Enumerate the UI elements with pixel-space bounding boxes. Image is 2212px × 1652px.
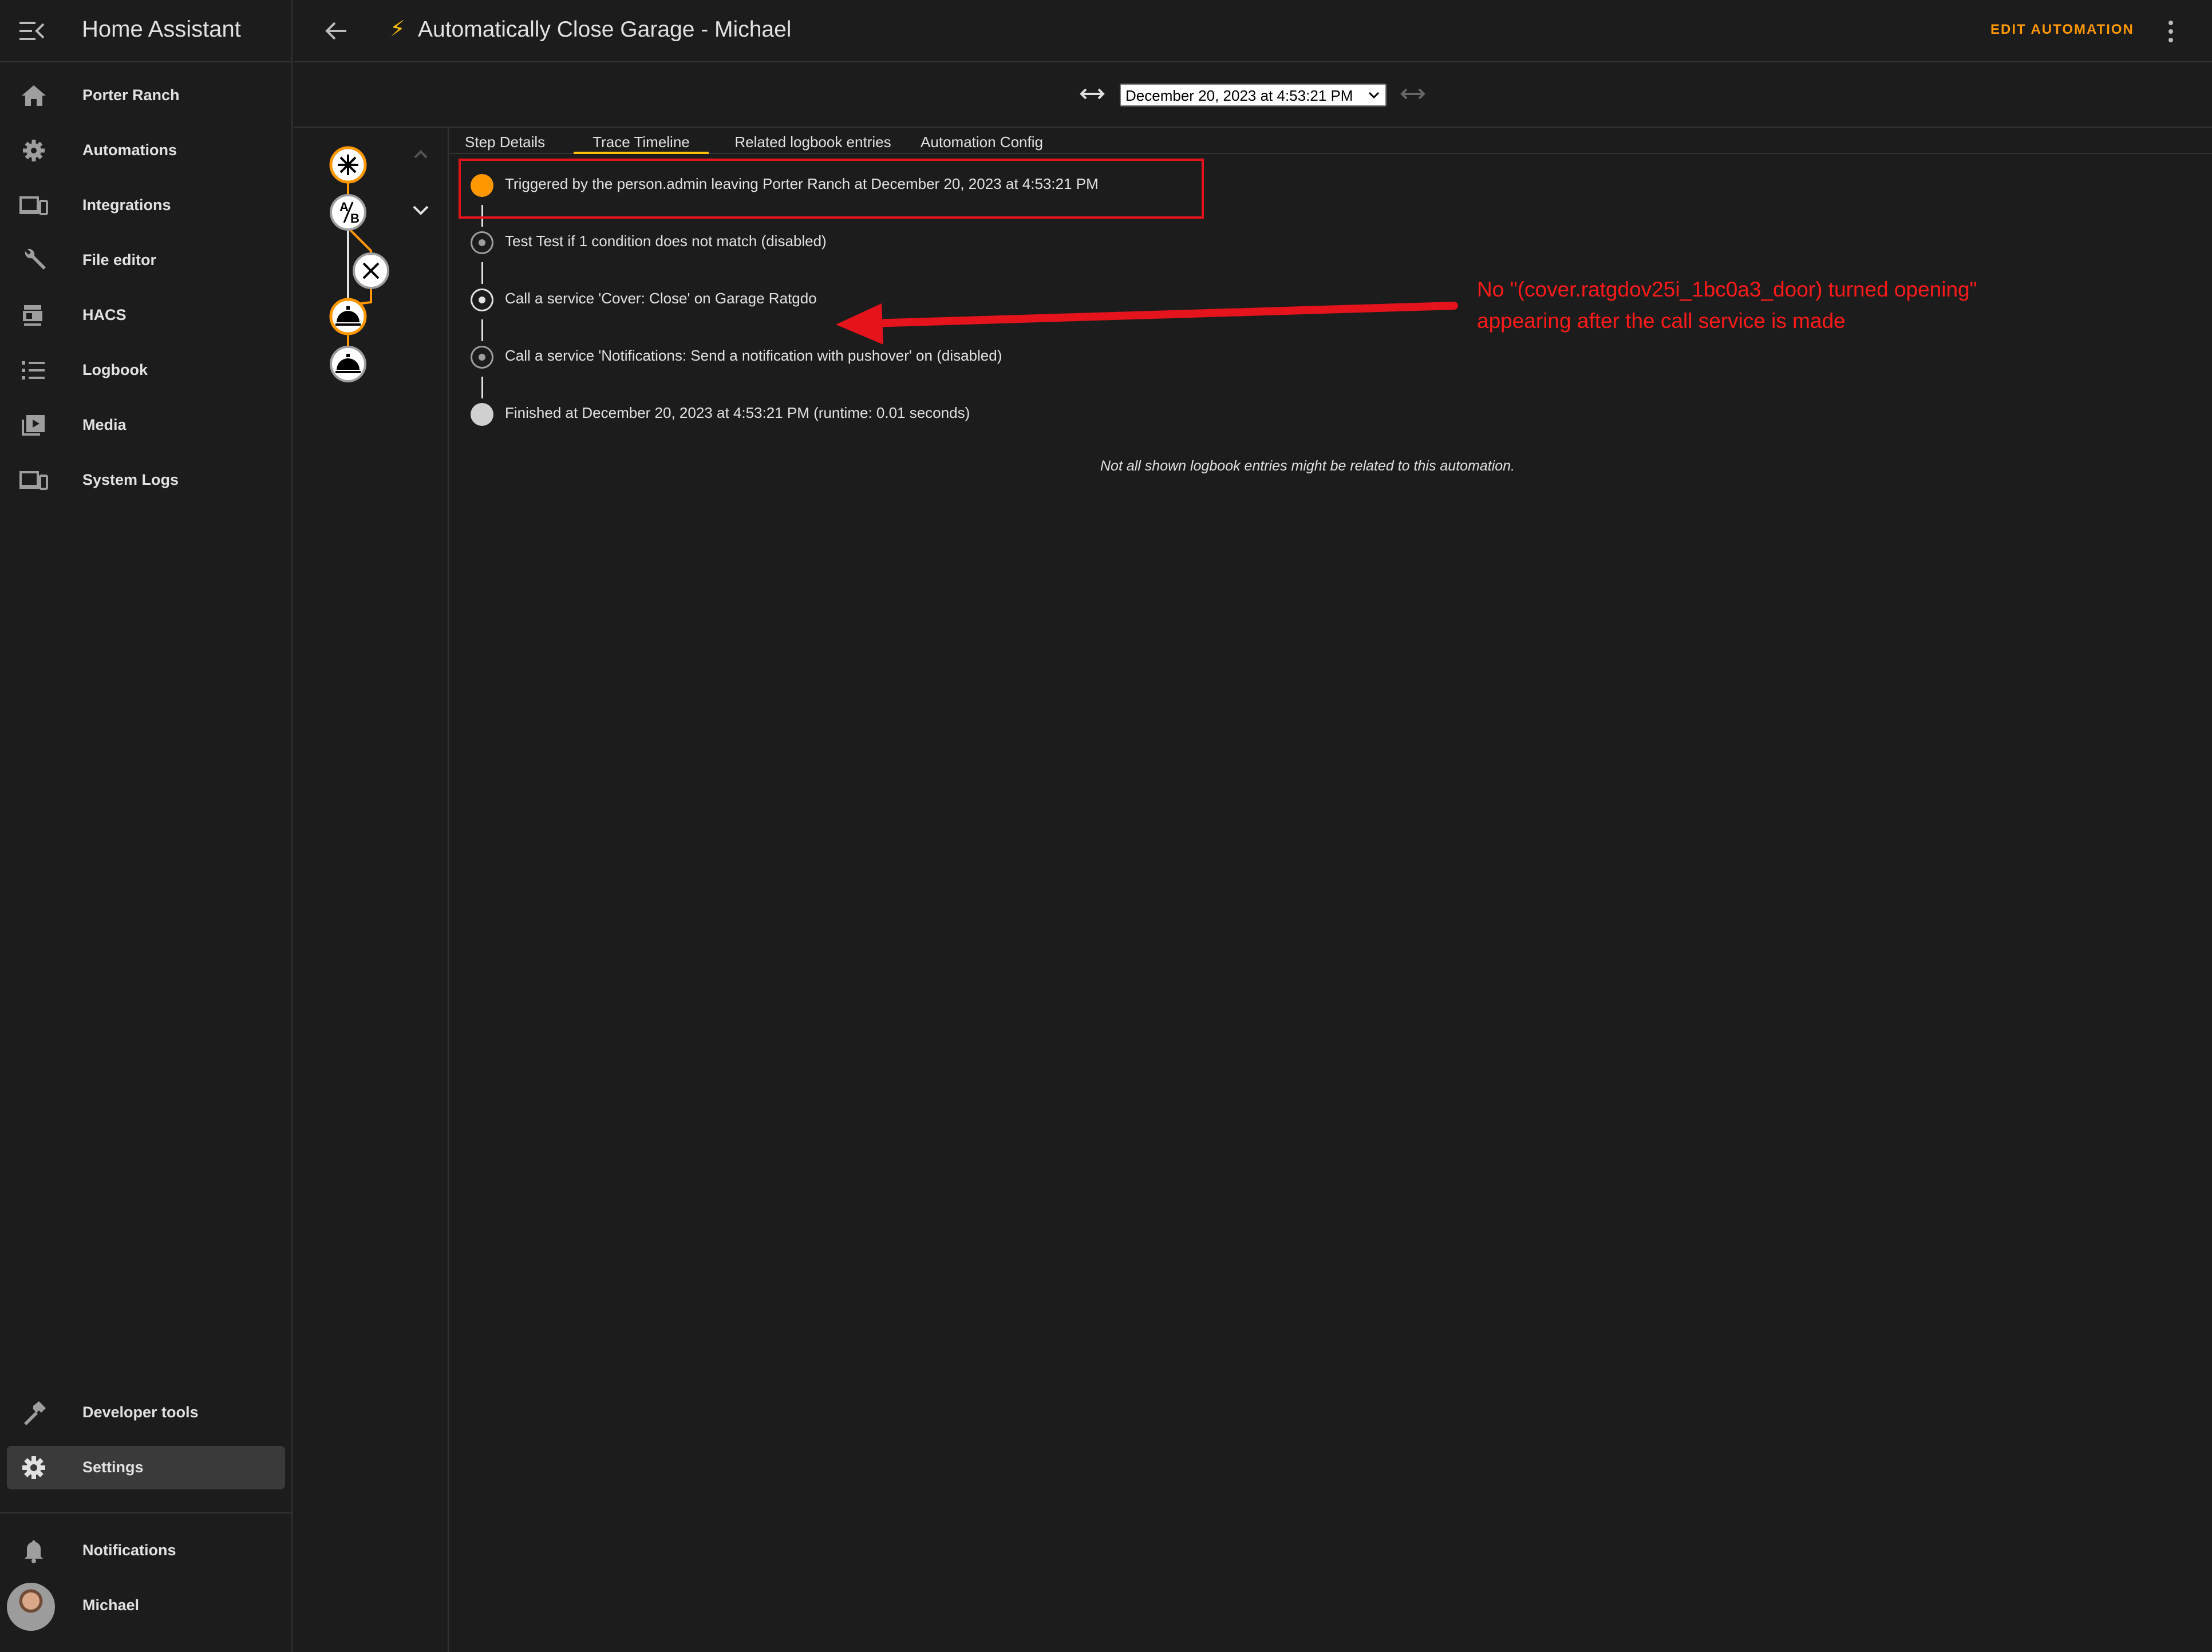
sidebar-item-label: Notifications xyxy=(82,1542,176,1559)
sidebar-item-label: Integrations xyxy=(82,196,171,214)
tab-related-logbook[interactable]: Related logbook entries xyxy=(727,131,899,154)
app-title: Home Assistant xyxy=(82,17,241,42)
disabled-step-icon xyxy=(471,231,493,254)
list-icon xyxy=(22,361,45,380)
sidebar-item-media[interactable]: Media xyxy=(7,404,285,447)
sidebar-item-label: Logbook xyxy=(82,361,148,378)
sidebar-item-label: Automations xyxy=(82,141,177,159)
trace-tabs: Step Details Trace Timeline Related logb… xyxy=(450,128,2212,154)
sidebar: Home Assistant Porter Ranch Automations … xyxy=(0,0,293,1652)
newer-trace-icon[interactable] xyxy=(1399,85,1427,102)
timeline-connector xyxy=(481,319,483,341)
bell-icon xyxy=(25,1540,43,1563)
devices-icon xyxy=(19,196,48,215)
hacs-icon xyxy=(23,305,42,326)
sidebar-header: Home Assistant xyxy=(0,0,293,62)
play-box-icon xyxy=(22,415,45,436)
logbook-disclaimer: Not all shown logbook entries might be r… xyxy=(1100,458,1515,474)
home-icon xyxy=(22,85,46,106)
sidebar-item-logbook[interactable]: Logbook xyxy=(7,349,285,392)
wrench-icon xyxy=(25,248,46,270)
robot-icon xyxy=(23,140,45,161)
sidebar-item-hacs[interactable]: HACS xyxy=(7,294,285,337)
trace-select[interactable]: December 20, 2023 at 4:53:21 PM xyxy=(1120,84,1387,106)
annotation-arrow xyxy=(836,302,1458,345)
sidebar-item-system-logs[interactable]: System Logs xyxy=(7,459,285,502)
tab-automation-config[interactable]: Automation Config xyxy=(917,131,1046,154)
annotation-line: No "(cover.ratgdov25i_1bc0a3_door) turne… xyxy=(1477,278,1977,301)
finished-dot-icon xyxy=(471,403,493,426)
more-vert-icon[interactable] xyxy=(2162,17,2179,46)
top-app-bar: ⚡ Automatically Close Garage - Michael E… xyxy=(294,0,2212,62)
disabled-step-icon xyxy=(471,346,493,369)
annotation-note: No "(cover.ratgdov25i_1bc0a3_door) turne… xyxy=(1477,274,1977,337)
trace-timeline: Triggered by the person.admin leaving Po… xyxy=(450,155,2212,1652)
sidebar-divider xyxy=(0,1512,293,1513)
trace-graph-canvas: A B xyxy=(329,146,429,382)
trace-graph: A B xyxy=(294,128,449,1652)
back-arrow-icon[interactable] xyxy=(322,18,351,44)
svg-text:A: A xyxy=(339,200,349,214)
sidebar-item-integrations[interactable]: Integrations xyxy=(7,184,285,227)
sidebar-item-developer-tools[interactable]: Developer tools xyxy=(7,1391,285,1434)
tab-trace-timeline[interactable]: Trace Timeline xyxy=(574,131,709,154)
trace-select-value: December 20, 2023 at 4:53:21 PM xyxy=(1125,87,1353,104)
sidebar-item-notifications[interactable]: Notifications xyxy=(7,1529,285,1572)
timeline-entry-text: Call a service 'Cover: Close' on Garage … xyxy=(505,290,817,307)
sidebar-item-settings[interactable]: Settings xyxy=(7,1446,285,1489)
gear-icon xyxy=(22,1456,45,1479)
timeline-entry-text: Test Test if 1 condition does not match … xyxy=(505,232,827,250)
hammer-icon xyxy=(24,1401,46,1425)
edit-automation-button[interactable]: EDIT AUTOMATION xyxy=(1990,22,2134,38)
sidebar-item-label: HACS xyxy=(82,306,127,323)
sidebar-item-label: Michael xyxy=(82,1596,140,1614)
menu-collapse-icon[interactable] xyxy=(19,21,45,41)
trigger-node[interactable] xyxy=(329,146,367,184)
chevron-down-icon[interactable] xyxy=(413,205,429,215)
sidebar-item-profile[interactable]: Michael xyxy=(7,1584,285,1627)
sidebar-item-automations[interactable]: Automations xyxy=(7,129,285,172)
lightning-icon: ⚡ xyxy=(390,17,405,41)
trace-navigation: December 20, 2023 at 4:53:21 PM xyxy=(294,64,2212,128)
condition-node[interactable]: A B xyxy=(330,194,366,231)
timeline-connector xyxy=(481,377,483,398)
sidebar-item-overview[interactable]: Porter Ranch xyxy=(7,74,285,117)
timeline-entry-text: Finished at December 20, 2023 at 4:53:21… xyxy=(505,404,970,421)
sidebar-item-label: Developer tools xyxy=(82,1404,199,1421)
annotation-line: appearing after the call service is made xyxy=(1477,309,1846,333)
sidebar-item-label: File editor xyxy=(82,251,157,268)
condition-failed-node[interactable] xyxy=(353,252,389,289)
tab-step-details[interactable]: Step Details xyxy=(465,131,545,154)
sidebar-item-label: Media xyxy=(82,416,127,433)
service-node[interactable] xyxy=(330,346,366,382)
svg-text:B: B xyxy=(350,211,360,226)
sidebar-item-label: Settings xyxy=(82,1459,144,1476)
devices-icon xyxy=(19,471,48,490)
page-title: Automatically Close Garage - Michael xyxy=(418,17,792,42)
highlight-box xyxy=(459,159,1204,219)
sidebar-item-label: System Logs xyxy=(82,471,179,488)
sidebar-item-file-editor[interactable]: File editor xyxy=(7,239,285,282)
chevron-down-icon xyxy=(1368,92,1380,99)
timeline-connector xyxy=(481,262,483,284)
step-icon xyxy=(471,288,493,311)
chevron-up-icon[interactable] xyxy=(414,150,428,159)
older-trace-icon[interactable] xyxy=(1078,85,1107,102)
sidebar-item-label: Porter Ranch xyxy=(82,86,180,104)
service-node[interactable] xyxy=(329,298,367,335)
